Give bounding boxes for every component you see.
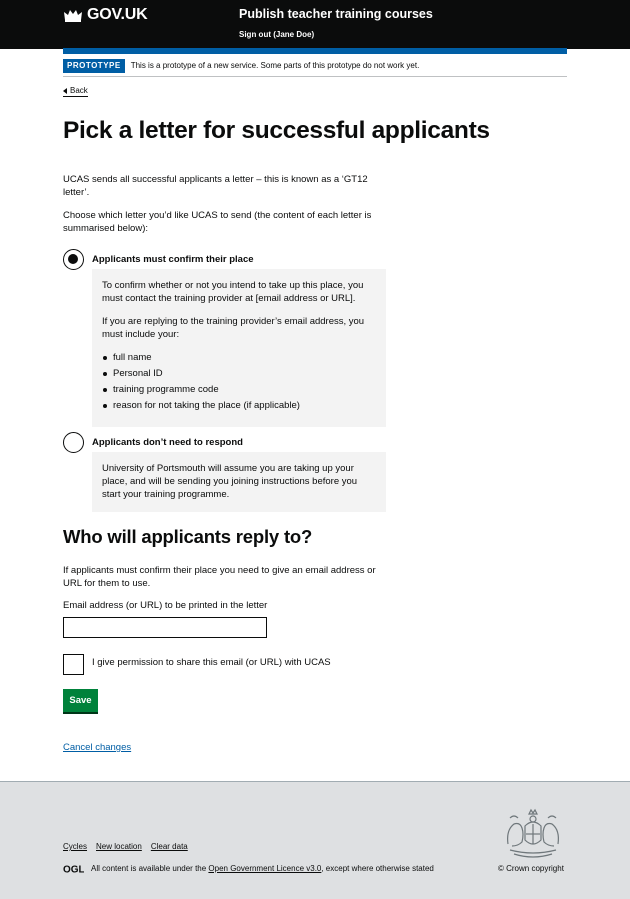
required-details-list: full name Personal ID training programme…	[102, 351, 376, 412]
radio-label-confirm-place[interactable]: Applicants must confirm their place	[92, 254, 254, 265]
back-link[interactable]: Back	[63, 86, 88, 97]
phase-tag: PROTOTYPE	[63, 59, 125, 73]
panel-paragraph: If you are replying to the training prov…	[102, 316, 365, 340]
licence-link[interactable]: Open Government Licence v3.0	[208, 864, 321, 873]
site-header: GOV.UK Publish teacher training courses …	[0, 0, 630, 49]
crown-copyright[interactable]: © Crown copyright	[498, 864, 564, 873]
svg-text:OGL: OGL	[63, 865, 84, 874]
radio-no-response[interactable]	[63, 432, 84, 453]
panel-paragraph: University of Portsmouth will assume you…	[102, 463, 358, 500]
crown-icon	[64, 10, 82, 22]
cancel-changes-link[interactable]: Cancel changes	[63, 742, 131, 753]
phase-text: This is a prototype of a new service. So…	[130, 61, 420, 70]
list-item: reason for not taking the place (if appl…	[102, 399, 376, 412]
intro-paragraph-2: Choose which letter you’d like UCAS to s…	[63, 210, 372, 234]
service-name[interactable]: Publish teacher training courses	[239, 7, 433, 21]
licence-prefix: All content is available under the	[91, 864, 209, 873]
list-item: full name	[102, 351, 376, 364]
ogl-logo-icon: OGL	[63, 865, 84, 874]
govuk-logo[interactable]: GOV.UK	[63, 6, 148, 24]
permission-checkbox[interactable]	[63, 654, 84, 675]
back-arrow-icon	[63, 87, 67, 94]
footer-link-clear-data[interactable]: Clear data	[151, 842, 188, 851]
panel-paragraph: To confirm whether or not you intend to …	[102, 280, 364, 304]
radio-label-no-response[interactable]: Applicants don’t need to respond	[92, 437, 243, 448]
option-panel-confirm-place: To confirm whether or not you intend to …	[92, 269, 386, 427]
save-button[interactable]: Save	[63, 689, 98, 712]
footer-link-cycles[interactable]: Cycles	[63, 842, 87, 851]
logo-text: GOV.UK	[87, 6, 148, 23]
email-input[interactable]	[63, 617, 267, 638]
reply-description: If applicants must confirm their place y…	[63, 565, 376, 589]
list-item: training programme code	[102, 383, 376, 396]
header-underline	[63, 48, 567, 54]
sign-out-link[interactable]: Sign out (Jane Doe)	[239, 30, 314, 39]
footer-link-new-location[interactable]: New location	[96, 842, 142, 851]
permission-label[interactable]: I give permission to share this email (o…	[92, 657, 331, 668]
list-item: Personal ID	[102, 367, 376, 380]
radio-confirm-place[interactable]	[63, 249, 84, 270]
email-label: Email address (or URL) to be printed in …	[63, 600, 268, 611]
intro-paragraph-1: UCAS sends all successful applicants a l…	[63, 174, 368, 198]
footer-links: Cycles New location Clear data	[63, 842, 197, 851]
licence-suffix: , except where otherwise stated	[321, 864, 434, 873]
phase-banner: PROTOTYPE This is a prototype of a new s…	[63, 59, 567, 77]
licence-text: All content is available under the Open …	[91, 864, 434, 873]
page-title: Pick a letter for successful applicants	[63, 117, 490, 144]
royal-coat-of-arms-icon	[507, 808, 559, 858]
back-link-label: Back	[70, 86, 88, 95]
site-footer: Cycles New location Clear data OGL All c…	[0, 781, 630, 899]
reply-heading: Who will applicants reply to?	[63, 526, 313, 547]
option-panel-no-response: University of Portsmouth will assume you…	[92, 452, 386, 512]
radio-selected-dot	[68, 254, 78, 264]
